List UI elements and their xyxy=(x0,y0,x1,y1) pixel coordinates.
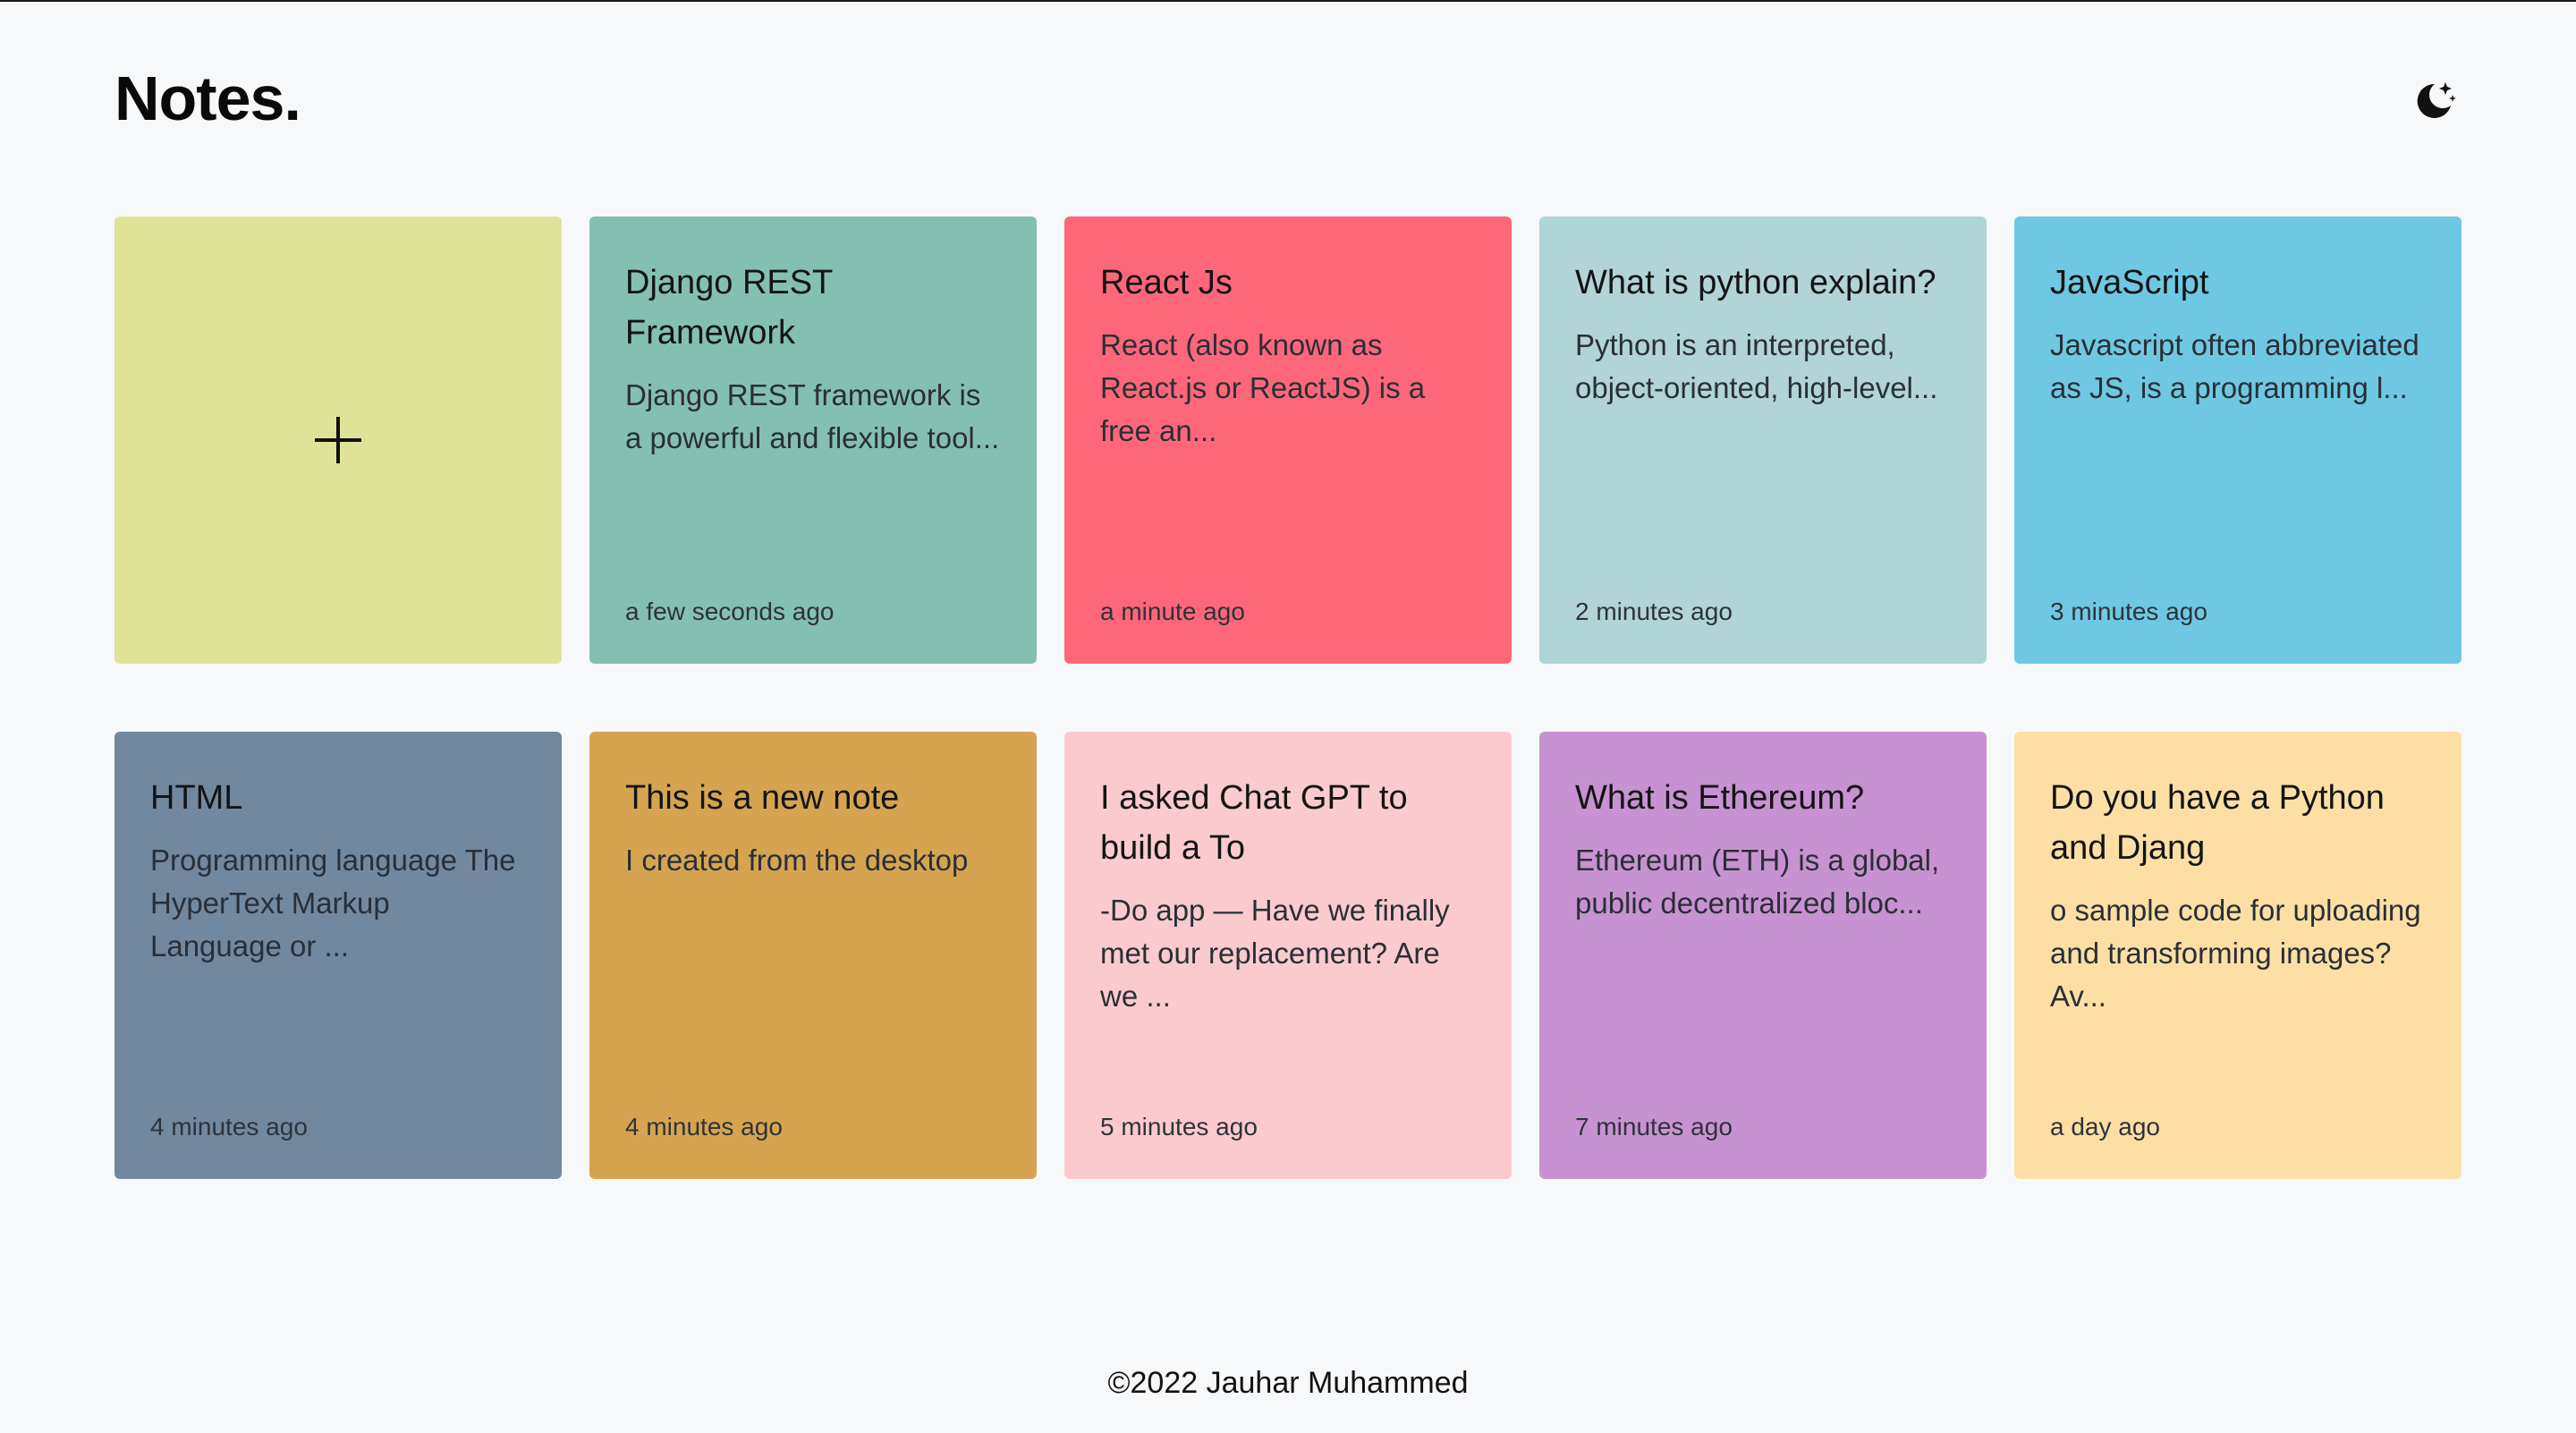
note-title: Do you have a Python and Djang xyxy=(2050,779,2385,867)
note-card[interactable]: Do you have a Python and Djang o sample c… xyxy=(2014,732,2462,1179)
note-title: This is a new note xyxy=(625,779,900,817)
note-timestamp: a day ago xyxy=(2050,1113,2160,1140)
note-preview: Javascript often abbreviated as JS, is a… xyxy=(2050,328,2419,404)
note-card[interactable]: What is python explain? Python is an inte… xyxy=(1539,216,1987,664)
note-title: What is python explain? xyxy=(1575,264,1936,301)
note-card[interactable]: Django REST Framework Django REST framewo… xyxy=(589,216,1037,664)
theme-toggle-button[interactable] xyxy=(2408,73,2462,127)
note-preview: Programming language The HyperText Marku… xyxy=(150,844,516,962)
note-title: What is Ethereum? xyxy=(1575,779,1865,817)
note-title: HTML xyxy=(150,779,243,817)
note-title: React Js xyxy=(1100,264,1233,301)
notes-grid: Django REST Framework Django REST framewo… xyxy=(114,216,2462,1179)
footer-copyright: ©2022 Jauhar Muhammed xyxy=(1107,1366,1469,1400)
note-preview: React (also known as React.js or ReactJS… xyxy=(1100,328,1426,447)
note-timestamp: 7 minutes ago xyxy=(1575,1113,1733,1140)
note-card[interactable]: This is a new note I created from the des… xyxy=(589,732,1037,1179)
note-preview: Django REST framework is a powerful and … xyxy=(625,378,1000,454)
plus-icon xyxy=(315,417,361,463)
app-title: Notes. xyxy=(114,64,301,133)
note-preview: -Do app — Have we finally met our replac… xyxy=(1100,894,1450,1013)
note-title: JavaScript xyxy=(2050,264,2209,301)
note-card[interactable]: JavaScript Javascript often abbreviated a… xyxy=(2014,216,2462,664)
moon-stars-icon xyxy=(2417,82,2456,118)
note-card[interactable]: What is Ethereum? Ethereum (ETH) is a glo… xyxy=(1539,732,1987,1179)
note-timestamp: a few seconds ago xyxy=(625,598,835,625)
note-title: I asked Chat GPT to build a To xyxy=(1100,779,1408,867)
note-card[interactable]: I asked Chat GPT to build a To -Do app — … xyxy=(1064,732,1512,1179)
note-preview: Python is an interpreted, object-oriente… xyxy=(1575,328,1938,404)
note-preview: o sample code for uploading and transfor… xyxy=(2050,894,2421,1013)
note-timestamp: 5 minutes ago xyxy=(1100,1113,1258,1140)
note-preview: Ethereum (ETH) is a global, public decen… xyxy=(1575,844,1940,920)
note-card[interactable]: React Js React (also known as React.js or… xyxy=(1064,216,1512,664)
note-timestamp: 3 minutes ago xyxy=(2050,598,2207,625)
add-note-button[interactable] xyxy=(114,216,562,664)
header: Notes. xyxy=(114,55,2462,141)
note-title: Django REST Framework xyxy=(625,264,833,352)
note-timestamp: 4 minutes ago xyxy=(625,1113,783,1140)
note-timestamp: 2 minutes ago xyxy=(1575,598,1733,625)
note-preview: I created from the desktop xyxy=(625,844,969,877)
note-timestamp: a minute ago xyxy=(1100,598,1245,625)
note-card[interactable]: HTML Programming language The HyperText M… xyxy=(114,732,562,1179)
note-timestamp: 4 minutes ago xyxy=(150,1113,308,1140)
